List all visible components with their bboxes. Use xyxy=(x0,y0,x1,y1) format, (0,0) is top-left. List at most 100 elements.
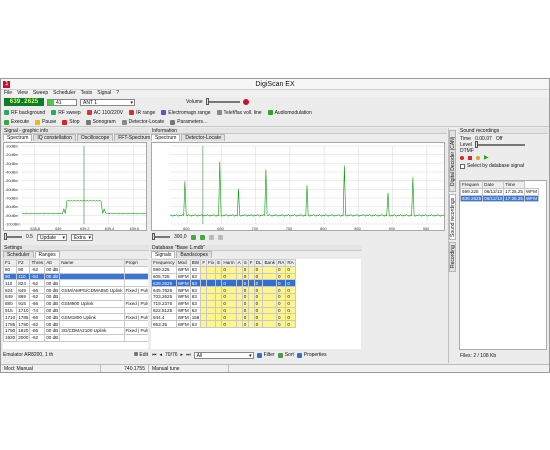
step-stepper[interactable]: 41 xyxy=(47,98,77,106)
vtab-digital-decoder[interactable]: Digital Decoder (CAN) xyxy=(449,130,456,192)
table-row[interactable]: 80 90 -62 00 dB xyxy=(3,265,148,274)
table-row[interactable]: 824 849 -66 00 dB GSM/AMPS/CDMA850 Uplink Fix… xyxy=(3,286,148,294)
tab[interactable]: Spectrum xyxy=(151,134,181,141)
table-row[interactable]: 639.2625 06/12/13 17:25.25 WFM xyxy=(460,194,539,203)
frequency-display[interactable]: 639.2625 xyxy=(4,98,44,106)
span-slider[interactable] xyxy=(4,233,22,240)
span-knob[interactable] xyxy=(4,233,7,240)
filter-button[interactable]: Filter xyxy=(256,352,275,358)
mute-speaker-icon[interactable] xyxy=(242,99,249,105)
menu-item[interactable]: Tests xyxy=(81,90,93,97)
filter-select[interactable]: All xyxy=(193,351,254,359)
tab[interactable]: Oscilloscope xyxy=(76,134,114,141)
action-button[interactable]: Detector-Locate xyxy=(121,119,164,125)
range-slider[interactable] xyxy=(152,233,170,240)
tab[interactable]: Bandscopes xyxy=(176,251,212,258)
column-header[interactable]: DL xyxy=(253,259,264,267)
table-row[interactable]: 90 110 -54 00 dB xyxy=(3,272,148,281)
action-button[interactable]: Pause xyxy=(35,119,56,125)
column-header[interactable]: F1 xyxy=(3,259,18,267)
table-row[interactable]: 1920 2000 -62 00 dB xyxy=(3,333,148,342)
table-row[interactable]: 849 869 -62 00 dB xyxy=(3,292,148,301)
column-header[interactable]: Name xyxy=(59,259,125,267)
table-row[interactable]: 703.2625 WFM 63 0 0 0 0 0 xyxy=(151,292,296,301)
antenna-select[interactable]: ANT 1 xyxy=(80,98,135,106)
signal-spectrum-plot[interactable]: -10dBm -20dBm -30dBm -40dBm -50dBm -60dBm -70d… xyxy=(3,142,147,231)
table-row[interactable]: 915 1710 -74 00 dB xyxy=(3,306,148,315)
table-row[interactable]: 1710 1785 -66 00 dB GSM1800 Uplink Fixed | Pu… xyxy=(3,313,148,322)
table-row[interactable]: 599.225 WFM 63 0 0 0 0 0 xyxy=(151,265,296,274)
tab[interactable]: Ranges xyxy=(34,251,60,258)
vtab-recording[interactable]: Recording xyxy=(449,242,456,272)
zoom-out-icon[interactable] xyxy=(199,234,205,240)
table-row[interactable]: 1785 1790 -62 00 dB xyxy=(3,320,148,328)
sort-button[interactable]: Sort xyxy=(277,352,294,358)
extra-select[interactable]: Extra xyxy=(70,233,93,241)
mode-button[interactable]: RF sweep xyxy=(51,110,81,116)
column-header[interactable]: Fix xyxy=(206,259,217,267)
volume-knob[interactable] xyxy=(205,98,209,105)
menu-item[interactable]: Sweep xyxy=(33,90,48,97)
action-button[interactable]: Parameters... xyxy=(170,119,207,125)
tab[interactable]: Signals xyxy=(151,251,176,258)
action-button[interactable]: Execute xyxy=(4,119,29,125)
vtab-sound-recordings[interactable]: Sound recordings xyxy=(449,194,456,240)
table-row[interactable]: 953.35 WFM 63 0 0 0 0 0 xyxy=(151,320,296,328)
tab[interactable]: Scheduler xyxy=(3,251,34,258)
last-record-button[interactable]: ⏭ xyxy=(186,352,191,358)
table-row[interactable]: 639.2625 WFM 63 0 0 0 0 0 xyxy=(151,279,296,288)
mode-button[interactable]: RF background xyxy=(4,110,45,116)
range-knob[interactable] xyxy=(152,233,155,240)
column-header[interactable]: Date xyxy=(482,181,505,189)
stop-icon[interactable] xyxy=(468,156,472,160)
table-row[interactable]: 1790 1920 -66 00 dB 3G/CDMA2100 Uplink Fixed … xyxy=(3,326,148,335)
zoom-in-icon[interactable] xyxy=(190,234,196,240)
column-header[interactable]: Time xyxy=(503,181,525,189)
column-header[interactable]: Harm xyxy=(221,259,237,267)
column-header[interactable]: RA xyxy=(275,259,287,267)
column-header[interactable]: BW xyxy=(189,259,202,267)
table-row[interactable]: 880915-6600 dBGSM900 UplinkFixed | Pulse xyxy=(3,299,148,308)
column-header[interactable]: Bank xyxy=(262,259,277,267)
column-header[interactable]: Att xyxy=(44,259,61,267)
table-row[interactable]: 605.725 WFM 63 0 0 0 0 0 xyxy=(151,272,296,281)
menu-item[interactable]: View xyxy=(17,90,28,97)
play-icon[interactable]: ▶ xyxy=(484,155,489,161)
menu-item[interactable]: Signal xyxy=(97,90,111,97)
tab[interactable]: Detector-Locate xyxy=(181,134,225,141)
menu-item[interactable]: Scheduler xyxy=(53,90,76,97)
pan-icon[interactable] xyxy=(217,234,223,240)
action-button[interactable]: Sonogram xyxy=(85,119,116,125)
prev-record-button[interactable]: ◂ xyxy=(160,352,163,358)
column-header[interactable]: Frequen xyxy=(460,181,484,189)
mode-button[interactable]: IR range xyxy=(129,110,155,116)
tab[interactable]: IQ constellation xyxy=(33,134,76,141)
mode-button[interactable]: Audiomodulation xyxy=(267,110,312,116)
menu-item[interactable]: File xyxy=(4,90,12,97)
table-row[interactable]: 110 824 -62 00 dB xyxy=(3,279,148,288)
action-button[interactable]: Stop xyxy=(62,119,80,125)
column-header[interactable]: F2 xyxy=(16,259,31,267)
column-header[interactable]: Frequency xyxy=(151,259,177,267)
table-row[interactable]: 719.2375 WFM 63 0 0 0 0 0 xyxy=(151,299,296,308)
wide-spectrum-plot[interactable]: 600 650 700 750 800 850 900 950 xyxy=(151,142,445,231)
first-record-button[interactable]: ⏮ xyxy=(152,352,157,358)
column-header[interactable]: Mod xyxy=(175,259,191,267)
edit-button[interactable]: Edit xyxy=(133,352,148,358)
record-icon[interactable] xyxy=(460,156,464,160)
level-knob[interactable] xyxy=(474,141,478,148)
menu-item[interactable]: ? xyxy=(116,90,119,97)
properties-button[interactable]: Properties xyxy=(296,352,327,358)
volume-slider[interactable] xyxy=(205,98,240,105)
mode-button[interactable]: Telef/fax voll. line xyxy=(216,110,262,116)
mode-button[interactable]: Electromagn.range xyxy=(161,110,211,116)
column-header[interactable]: Thres xyxy=(29,259,46,267)
select-db-checkbox[interactable] xyxy=(460,163,465,169)
pause-icon[interactable] xyxy=(476,156,480,160)
marker-icon[interactable] xyxy=(208,234,214,240)
update-select[interactable]: Update xyxy=(36,233,67,241)
tab[interactable]: Spectrum xyxy=(3,134,33,141)
table-row[interactable]: 599.225 06/12/13 17:25.25 WFM xyxy=(460,187,539,196)
tab[interactable]: FFT-Spectrum xyxy=(114,134,155,141)
level-slider[interactable] xyxy=(474,141,525,148)
